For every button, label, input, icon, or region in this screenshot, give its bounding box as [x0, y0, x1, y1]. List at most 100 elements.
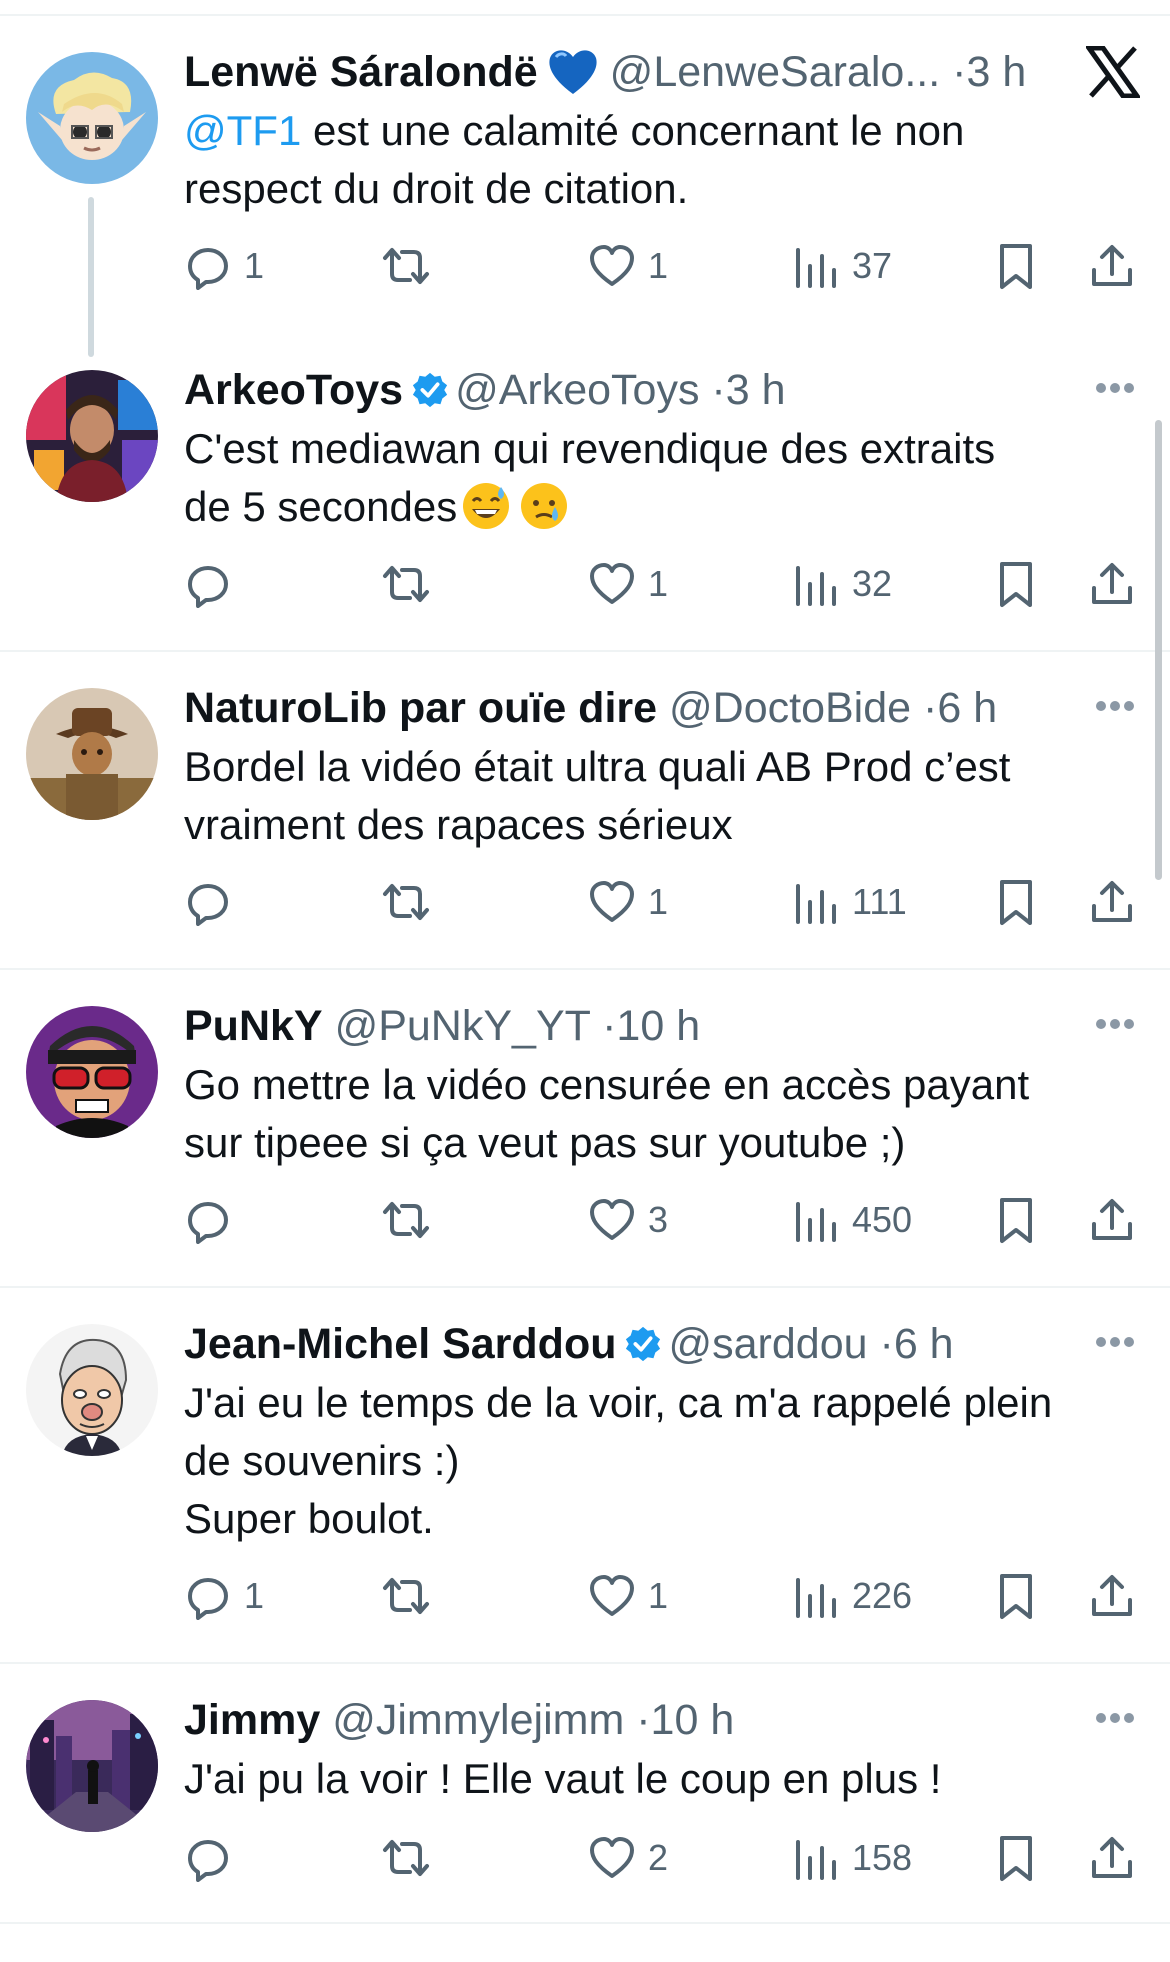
bookmark-icon — [1000, 244, 1032, 289]
views-button[interactable]: 32 — [792, 554, 892, 614]
share-button[interactable] — [1088, 1828, 1136, 1888]
timestamp[interactable]: 10 h — [616, 1002, 700, 1050]
like-button[interactable]: 1 — [588, 1566, 668, 1626]
retweet-button[interactable] — [382, 1566, 442, 1626]
like-button[interactable]: 3 — [588, 1190, 668, 1250]
retweet-icon — [383, 1578, 429, 1614]
retweet-button[interactable] — [382, 236, 442, 296]
separator-dot: · — [711, 366, 726, 414]
author-name[interactable]: Jimmy — [184, 1696, 320, 1744]
reply-button[interactable]: 1 — [184, 1566, 264, 1626]
bookmark-icon — [1000, 1198, 1032, 1243]
tweet-text: @TF1 est une calamité concernant le non … — [184, 102, 1114, 218]
author-handle[interactable]: @PuNkY_YT — [335, 1002, 591, 1050]
reply-button[interactable] — [184, 1828, 244, 1888]
retweet-button[interactable] — [382, 1828, 442, 1888]
author-handle[interactable]: @sarddou — [668, 1320, 867, 1368]
author-handle[interactable]: @ArkeoToys — [455, 366, 699, 414]
views-chart-icon — [796, 1840, 836, 1880]
views-count: 32 — [852, 563, 893, 604]
timestamp[interactable]: 3 h — [726, 366, 786, 414]
share-button[interactable] — [1088, 554, 1136, 614]
like-button[interactable]: 2 — [588, 1828, 668, 1888]
avatar[interactable] — [26, 688, 158, 820]
like-button[interactable]: 1 — [588, 236, 668, 296]
retweet-button[interactable] — [382, 1190, 442, 1250]
timestamp[interactable]: 3 h — [966, 48, 1026, 96]
retweet-button[interactable] — [382, 554, 442, 614]
bookmark-icon — [1000, 1836, 1032, 1881]
tweet-header: NaturoLib par ouïe dire @DoctoBide ·6 h — [184, 682, 1090, 734]
author-handle[interactable]: @LenweSaralo... — [610, 48, 941, 96]
share-icon — [1092, 245, 1132, 286]
reply-icon — [188, 1202, 228, 1244]
separator-dot: · — [602, 1002, 617, 1050]
views-button[interactable]: 450 — [792, 1190, 912, 1250]
author-name[interactable]: ArkeoToys — [184, 366, 403, 414]
views-button[interactable]: 158 — [792, 1828, 912, 1888]
share-button[interactable] — [1088, 1190, 1136, 1250]
more-options-button[interactable] — [1096, 1016, 1142, 1036]
verified-badge-icon — [626, 1326, 661, 1361]
grinning-sweat-emoji-icon — [463, 482, 510, 529]
views-button[interactable]: 226 — [792, 1566, 912, 1626]
more-options-button[interactable] — [1096, 1710, 1142, 1730]
timestamp[interactable]: 10 h — [651, 1696, 735, 1744]
tweet-actions: 1 111 — [184, 872, 1134, 932]
share-button[interactable] — [1088, 872, 1136, 932]
reply-icon — [188, 1578, 228, 1620]
author-handle[interactable]: @DoctoBide — [669, 684, 911, 732]
bookmark-icon — [1000, 1574, 1032, 1619]
bookmark-button[interactable] — [992, 872, 1040, 932]
like-button[interactable]: 1 — [588, 872, 668, 932]
retweet-icon — [383, 1202, 429, 1238]
reply-icon — [188, 1840, 228, 1882]
avatar[interactable] — [26, 52, 158, 184]
tweet-text-content: est une calamité concernant le non respe… — [184, 107, 965, 212]
tweet-header: Lenwë Sáralondë @LenweSaralo... ·3 h — [184, 46, 1050, 98]
views-button[interactable]: 37 — [792, 236, 892, 296]
retweet-icon — [383, 248, 429, 284]
avatar[interactable] — [26, 370, 158, 502]
author-handle[interactable]: @Jimmylejimm — [332, 1696, 624, 1744]
author-name[interactable]: Jean-Michel Sarddou — [184, 1320, 616, 1368]
author-name[interactable]: PuNkY — [184, 1002, 323, 1050]
reply-icon — [188, 248, 228, 290]
like-button[interactable]: 1 — [588, 554, 668, 614]
author-name[interactable]: NaturoLib par ouïe dire — [184, 684, 657, 732]
bookmark-button[interactable] — [992, 1828, 1040, 1888]
scrollbar[interactable] — [1155, 420, 1162, 880]
tweet-actions: 2 158 — [184, 1828, 1134, 1888]
timestamp[interactable]: 6 h — [894, 1320, 954, 1368]
share-button[interactable] — [1088, 236, 1136, 296]
tweet-divider — [0, 1286, 1170, 1288]
more-options-button[interactable] — [1096, 380, 1142, 400]
views-button[interactable]: 111 — [792, 872, 907, 932]
retweet-button[interactable] — [382, 872, 442, 932]
reply-button[interactable] — [184, 872, 244, 932]
bookmark-button[interactable] — [992, 236, 1040, 296]
share-button[interactable] — [1088, 1566, 1136, 1626]
bookmark-button[interactable] — [992, 1566, 1040, 1626]
reply-button[interactable]: 1 — [184, 236, 264, 296]
reply-button[interactable] — [184, 554, 244, 614]
avatar[interactable] — [26, 1700, 158, 1832]
timestamp[interactable]: 6 h — [937, 684, 997, 732]
more-options-button[interactable] — [1096, 1334, 1142, 1354]
bookmark-button[interactable] — [992, 1190, 1040, 1250]
separator-dot: · — [636, 1696, 651, 1744]
mention-link[interactable]: @TF1 — [184, 107, 301, 154]
heart-icon — [590, 1575, 634, 1616]
tweet-header: Jimmy @Jimmylejimm ·10 h — [184, 1694, 1090, 1746]
more-options-button[interactable] — [1096, 698, 1142, 718]
views-chart-icon — [796, 1578, 836, 1618]
bookmark-button[interactable] — [992, 554, 1040, 614]
reply-button[interactable] — [184, 1190, 244, 1250]
avatar[interactable] — [26, 1324, 158, 1456]
author-name[interactable]: Lenwë Sáralondë — [184, 48, 538, 96]
views-chart-icon — [796, 566, 836, 606]
avatar[interactable] — [26, 1006, 158, 1138]
tweet-text-content: Bordel la vidéo était ultra quali AB Pro… — [184, 743, 1011, 848]
tweet-divider — [0, 1662, 1170, 1664]
tweet-text-content: C'est mediawan qui revendique des extrai… — [184, 425, 996, 530]
